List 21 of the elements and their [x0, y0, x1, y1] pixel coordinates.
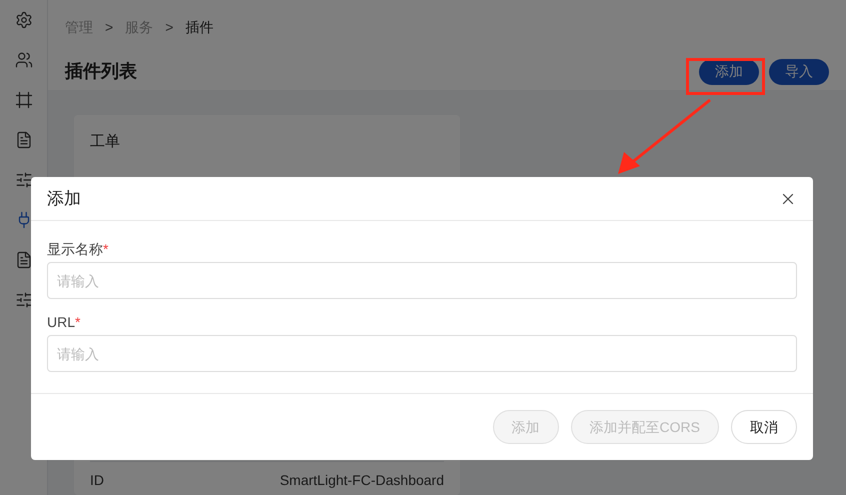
settings-icon[interactable]: [14, 10, 34, 30]
breadcrumb-separator: >: [105, 18, 114, 37]
breadcrumb-link[interactable]: 插件: [185, 17, 214, 38]
dialog-title: 添加: [47, 188, 81, 210]
row-label: ID: [90, 471, 104, 490]
required-mark: *: [103, 240, 108, 258]
card-title: 工单: [90, 132, 121, 152]
field-label: 显示名称: [47, 240, 103, 258]
required-mark: *: [75, 313, 80, 331]
cancel-button[interactable]: 取消: [731, 410, 797, 444]
page-title: 插件列表: [65, 60, 137, 83]
sliders-icon[interactable]: [14, 170, 34, 190]
import-button[interactable]: 导入: [769, 58, 829, 84]
frame-icon[interactable]: [14, 90, 34, 110]
field-label: URL: [47, 313, 76, 331]
users-icon[interactable]: [14, 50, 34, 70]
input-field[interactable]: 请输入: [47, 262, 797, 299]
row-value: SmartLight-FC-Dashboard: [280, 471, 444, 490]
sliders-icon[interactable]: [14, 290, 34, 310]
input-field[interactable]: 请输入: [47, 335, 797, 372]
breadcrumb-separator: >: [165, 18, 174, 37]
